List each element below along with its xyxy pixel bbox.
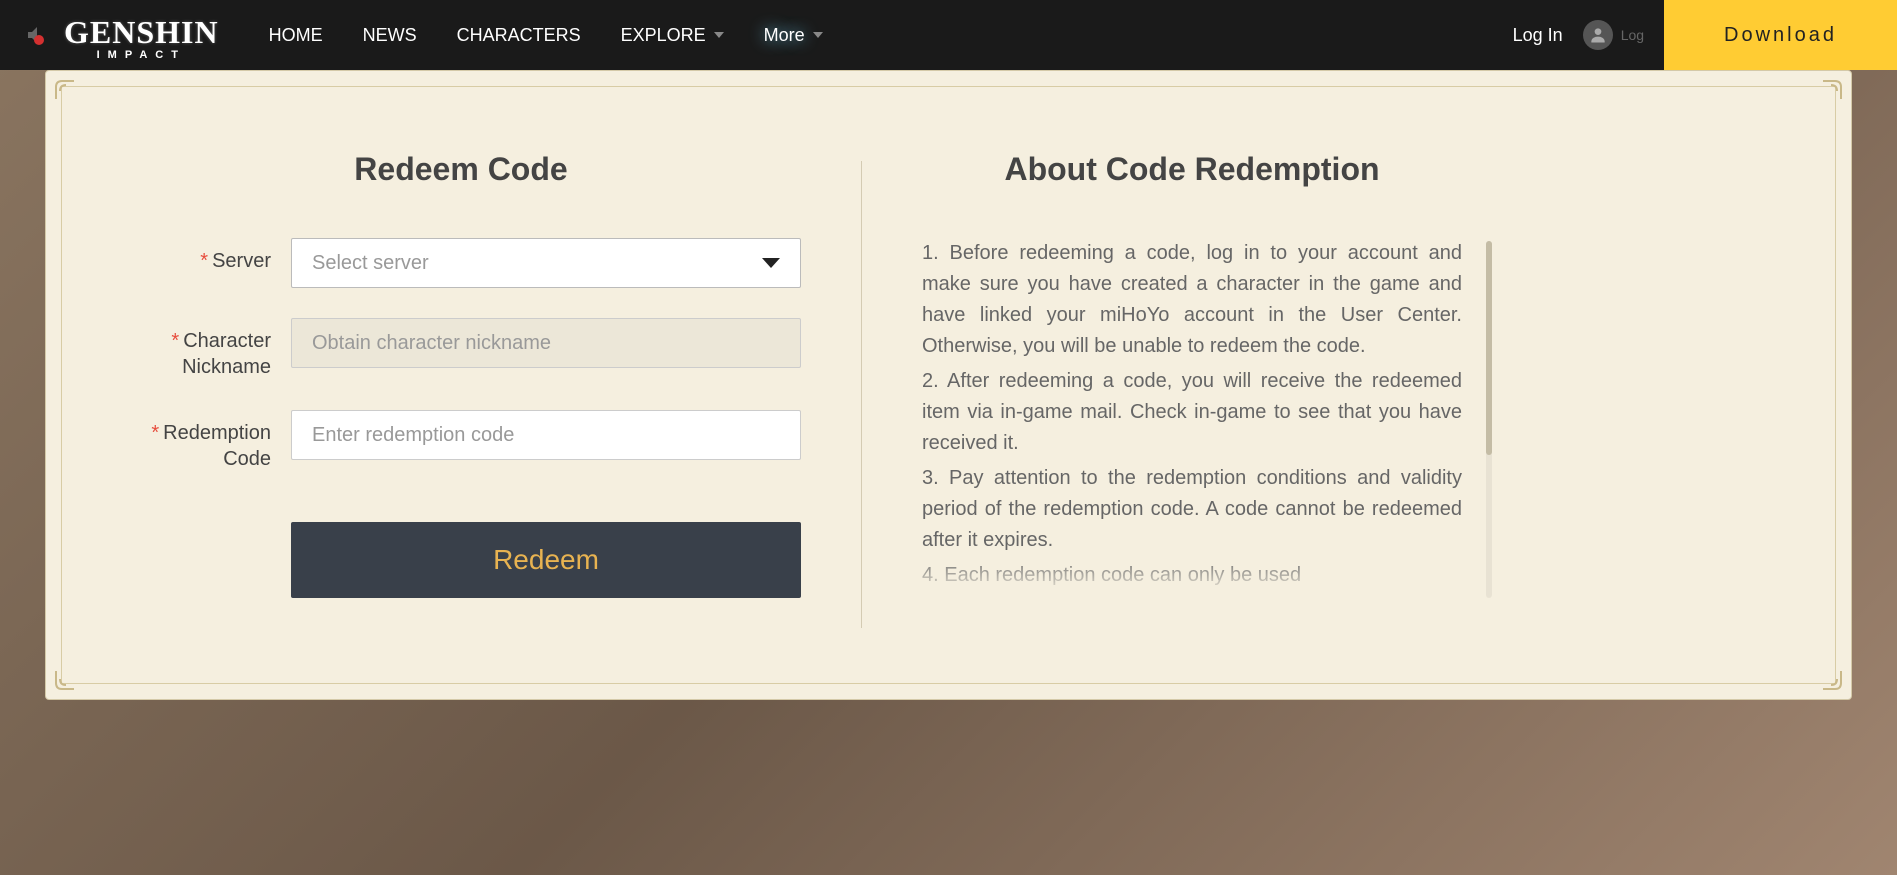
main-nav: HOME NEWS CHARACTERS EXPLORE More (269, 25, 1513, 46)
nav-news-label: NEWS (363, 25, 417, 46)
nav-home[interactable]: HOME (269, 25, 323, 46)
mute-indicator-icon (34, 35, 44, 45)
chevron-down-icon (762, 258, 780, 268)
header-right: Log In Log Download (1513, 0, 1877, 70)
card-content: Redeem Code *Server Select server *Ch (81, 101, 1816, 648)
scrollbar[interactable] (1486, 241, 1492, 598)
scrollbar-thumb[interactable] (1486, 241, 1492, 455)
header: GENSHIN IMPACT HOME NEWS CHARACTERS EXPL… (0, 0, 1897, 70)
nickname-label: *Character Nickname (121, 318, 271, 380)
required-indicator: * (200, 250, 208, 272)
logo-main: GENSHIN (64, 14, 219, 51)
redeem-button[interactable]: Redeem (291, 522, 801, 598)
avatar-hint: Log (1621, 27, 1644, 43)
redeem-card: Redeem Code *Server Select server *Ch (45, 70, 1852, 700)
nickname-field[interactable] (291, 318, 801, 368)
content: Redeem Code *Server Select server *Ch (0, 70, 1897, 700)
about-p4: 4. Each redemption code can only be used (922, 560, 1462, 591)
chevron-down-icon (813, 32, 823, 38)
nav-explore[interactable]: EXPLORE (621, 25, 724, 46)
server-input-wrap: Select server (291, 238, 801, 288)
server-label-text: Server (212, 250, 271, 272)
required-indicator: * (151, 422, 159, 444)
logo[interactable]: GENSHIN IMPACT (64, 9, 219, 61)
nickname-row: *Character Nickname (121, 318, 801, 380)
required-indicator: * (171, 330, 179, 352)
download-button[interactable]: Download (1664, 0, 1897, 70)
submit-row: Redeem (121, 502, 801, 598)
about-title: About Code Redemption (922, 151, 1462, 188)
about-panel: About Code Redemption 1. Before redeemin… (922, 151, 1462, 628)
about-p1: 1. Before redeeming a code, log in to yo… (922, 238, 1462, 362)
spacer (121, 502, 271, 512)
nickname-label-text: Character Nickname (182, 330, 271, 378)
nav-news[interactable]: NEWS (363, 25, 417, 46)
avatar[interactable] (1583, 20, 1613, 50)
form-title: Redeem Code (121, 151, 801, 188)
nav-characters[interactable]: CHARACTERS (457, 25, 581, 46)
sound-icon[interactable] (20, 23, 44, 47)
redeem-form: Redeem Code *Server Select server *Ch (121, 151, 801, 628)
submit-wrap: Redeem (291, 502, 801, 598)
code-input-wrap (291, 410, 801, 460)
nav-home-label: HOME (269, 25, 323, 46)
nav-more[interactable]: More (764, 25, 823, 46)
login-link[interactable]: Log In (1513, 25, 1563, 46)
about-p2: 2. After redeeming a code, you will rece… (922, 366, 1462, 459)
about-content: 1. Before redeeming a code, log in to yo… (922, 238, 1462, 595)
about-p3: 3. Pay attention to the redemption condi… (922, 463, 1462, 556)
server-label: *Server (121, 238, 271, 274)
chevron-down-icon (714, 32, 724, 38)
server-select[interactable]: Select server (291, 238, 801, 288)
nickname-input-wrap (291, 318, 801, 368)
server-placeholder: Select server (312, 252, 429, 275)
code-label-text: Redemption Code (163, 422, 271, 470)
code-row: *Redemption Code (121, 410, 801, 472)
logo-sub: IMPACT (97, 49, 186, 61)
redemption-code-field[interactable] (291, 410, 801, 460)
corner-decoration-icon (54, 656, 89, 691)
nav-more-label: More (764, 25, 805, 46)
nav-explore-label: EXPLORE (621, 25, 706, 46)
nav-characters-label: CHARACTERS (457, 25, 581, 46)
code-label: *Redemption Code (121, 410, 271, 472)
divider (861, 161, 862, 628)
corner-decoration-icon (1808, 656, 1843, 691)
server-row: *Server Select server (121, 238, 801, 288)
